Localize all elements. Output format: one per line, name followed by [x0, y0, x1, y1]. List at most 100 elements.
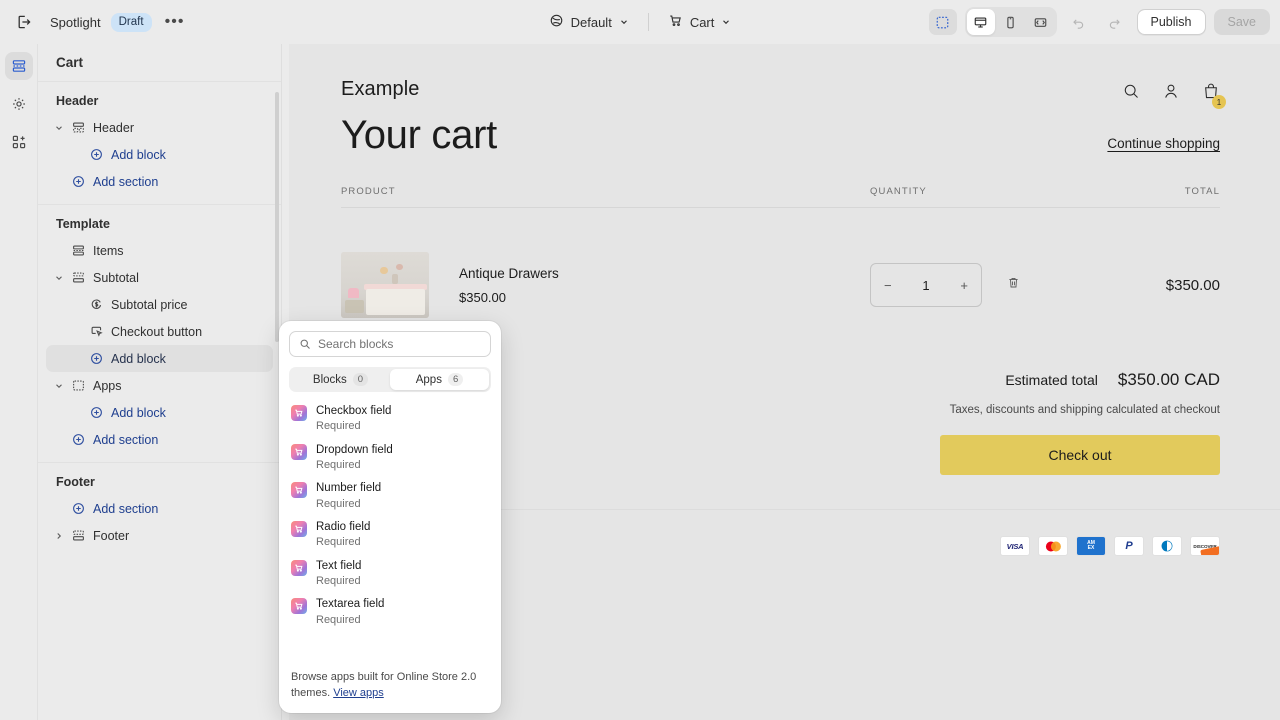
- list-item-text: Text field Required: [316, 559, 361, 589]
- sidebar-item-subtotal[interactable]: Subtotal: [46, 264, 273, 291]
- sidebar-add-section[interactable]: Add section: [46, 168, 273, 195]
- chevron-down-icon[interactable]: [50, 381, 68, 391]
- sidebar-add-block[interactable]: Add block: [46, 345, 273, 372]
- chevron-down-icon: [619, 15, 629, 30]
- theme-selector-label: Default: [570, 14, 612, 30]
- list-item[interactable]: Number field Required: [279, 477, 501, 516]
- apps-add-icon[interactable]: [5, 128, 33, 156]
- sidebar-item-label: Add section: [93, 501, 159, 516]
- redo-icon[interactable]: [1101, 8, 1129, 36]
- quantity-decrement-button[interactable]: −: [884, 278, 892, 293]
- chevron-down-icon[interactable]: [50, 273, 68, 283]
- undo-icon[interactable]: [1065, 8, 1093, 36]
- sidebar-item-header[interactable]: Header: [46, 114, 273, 141]
- tab-blocks[interactable]: Blocks 0: [291, 369, 390, 390]
- tab-blocks-label: Blocks: [312, 373, 347, 386]
- list-item[interactable]: Textarea field Required: [279, 593, 501, 632]
- product-thumbnail[interactable]: [341, 252, 429, 318]
- plus-circle-icon: [86, 148, 106, 161]
- sidebar-item-label: Add block: [111, 147, 166, 162]
- list-item-text: Textarea field Required: [316, 597, 384, 627]
- chevron-right-icon[interactable]: [50, 531, 68, 541]
- status-badge: Draft: [110, 12, 152, 32]
- sidebar-item-label: Subtotal price: [111, 297, 188, 312]
- cart-bag-icon[interactable]: 1: [1202, 82, 1226, 109]
- plus-circle-icon: [68, 502, 88, 515]
- fullscreen-icon[interactable]: [1027, 9, 1055, 35]
- search-icon: [299, 338, 311, 350]
- app-cart-icon: [291, 559, 307, 576]
- sidebar-add-block[interactable]: Add block: [46, 141, 273, 168]
- desktop-icon[interactable]: [966, 9, 995, 35]
- cart-icon: [668, 13, 683, 31]
- list-item-text: Number field Required: [316, 481, 381, 511]
- app-cart-icon: [291, 443, 307, 460]
- continue-shopping-link[interactable]: Continue shopping: [1107, 136, 1220, 158]
- sidebar-group: Header Header Add block Add section: [38, 82, 281, 205]
- quantity-increment-button[interactable]: +: [960, 278, 968, 293]
- account-icon[interactable]: [1162, 82, 1180, 105]
- theme-selector[interactable]: Default: [540, 8, 638, 36]
- sidebar-item-label: Add section: [93, 432, 159, 447]
- page-title: Your cart: [341, 113, 497, 157]
- sidebar-scrollbar[interactable]: [275, 92, 279, 342]
- cart-table-header: PRODUCT QUANTITY TOTAL: [341, 186, 1220, 208]
- checkout-button[interactable]: Check out: [940, 435, 1220, 475]
- estimated-total-value: $350.00 CAD: [1117, 370, 1220, 389]
- sidebar-item-footer[interactable]: Footer: [46, 522, 273, 549]
- sections-icon[interactable]: [4, 52, 33, 80]
- page-selector[interactable]: Cart: [659, 8, 741, 36]
- tab-apps[interactable]: Apps 6: [390, 369, 489, 390]
- sidebar-group: Template Items Subtotal Subtotal price Check…: [38, 205, 281, 463]
- sidebar-item-apps[interactable]: Apps: [46, 372, 273, 399]
- list-item-subtitle: Required: [316, 536, 361, 549]
- quantity-value[interactable]: 1: [922, 278, 929, 293]
- cart-table: PRODUCT QUANTITY TOTAL Antique Drawers $…: [289, 158, 1280, 318]
- list-item-title: Radio field: [316, 521, 371, 534]
- mobile-icon[interactable]: [997, 9, 1025, 35]
- quantity-stepper[interactable]: − 1 +: [870, 263, 982, 307]
- section-items-icon: [68, 244, 88, 257]
- sidebar-item-checkout-button[interactable]: Checkout button: [46, 318, 273, 345]
- sidebar-group-title: Footer: [56, 475, 95, 489]
- cursor-select-icon[interactable]: [928, 9, 957, 35]
- list-item-subtitle: Required: [316, 574, 361, 587]
- sidebar-add-section[interactable]: Add section: [46, 495, 273, 522]
- save-button[interactable]: Save: [1213, 9, 1270, 35]
- product-name[interactable]: Antique Drawers: [459, 266, 870, 281]
- product-price: $350.00: [459, 289, 506, 305]
- search-input[interactable]: Search blocks: [289, 331, 491, 357]
- more-actions-button[interactable]: •••: [162, 9, 188, 35]
- add-block-popover: Search blocks Blocks 0 Apps 6 Checkbox f…: [279, 321, 501, 713]
- app-cart-icon: [291, 405, 307, 421]
- view-apps-link[interactable]: View apps: [333, 687, 384, 699]
- list-item[interactable]: Dropdown field Required: [279, 439, 501, 478]
- sidebar-add-block[interactable]: Add block: [46, 399, 273, 426]
- tab-apps-count: 6: [447, 373, 464, 386]
- publish-button[interactable]: Publish: [1136, 9, 1206, 35]
- section-apps-icon: [68, 379, 88, 392]
- list-item[interactable]: Text field Required: [279, 555, 501, 594]
- list-item-subtitle: Required: [316, 497, 361, 510]
- sidebar-add-section[interactable]: Add section: [46, 426, 273, 453]
- toolbar-divider: [647, 13, 649, 31]
- exit-icon[interactable]: [10, 8, 38, 36]
- sidebar-item-label: Add section: [93, 174, 159, 189]
- list-item[interactable]: Radio field Required: [279, 516, 501, 555]
- sidebar-item-subtotal-price[interactable]: Subtotal price: [46, 291, 273, 318]
- app-block-list: Checkbox field Required Dropdown field Requ…: [279, 394, 501, 662]
- chevron-down-icon[interactable]: [50, 123, 68, 133]
- app-cart-icon: [291, 482, 307, 499]
- sidebar-item-label: Apps: [93, 378, 122, 393]
- list-item-text: Checkbox field Required: [316, 404, 391, 434]
- list-item-title: Text field: [316, 559, 362, 572]
- popover-search: Search blocks: [279, 321, 501, 361]
- settings-gear-icon[interactable]: [5, 90, 33, 118]
- sidebar-item-items[interactable]: Items: [46, 237, 273, 264]
- product-info: Antique Drawers $350.00: [459, 266, 870, 305]
- list-item[interactable]: Checkbox field Required: [279, 400, 501, 439]
- search-icon[interactable]: [1122, 82, 1140, 105]
- paypal-icon: P: [1114, 536, 1144, 556]
- cart-count-badge: 1: [1212, 95, 1226, 109]
- trash-icon[interactable]: [1006, 275, 1021, 295]
